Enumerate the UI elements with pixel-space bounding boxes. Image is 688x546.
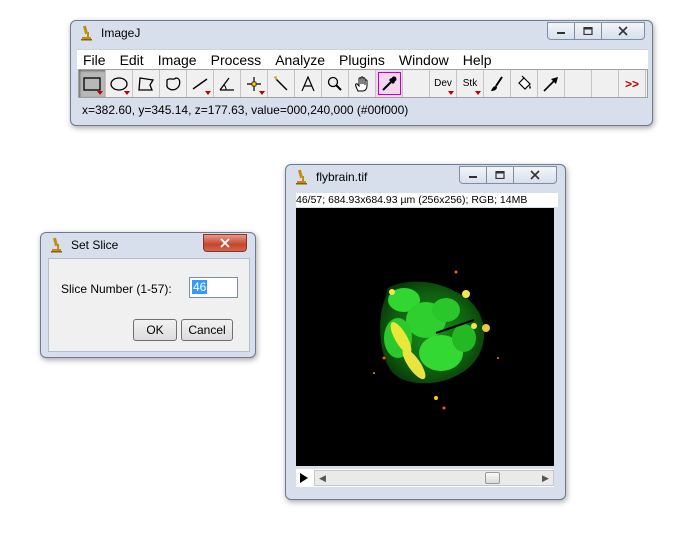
menu-plugins[interactable]: Plugins: [339, 52, 385, 68]
point-icon: [247, 76, 261, 91]
tool-options-indicator: [475, 91, 481, 95]
slice-number-value: 46: [192, 280, 208, 294]
main-window-title: ImageJ: [101, 26, 141, 40]
flood-fill-icon: [518, 75, 531, 90]
main-caption-buttons: [547, 22, 645, 40]
slice-number-label: Slice Number (1-57):: [61, 282, 172, 296]
menu-window[interactable]: Window: [399, 52, 449, 68]
slice-scroll-row: ◀ ▶: [296, 469, 554, 487]
tool-dev[interactable]: Dev: [430, 70, 457, 97]
close-button[interactable]: [513, 166, 557, 184]
tool-text[interactable]: [295, 70, 322, 97]
close-button[interactable]: [203, 234, 247, 252]
tool-line[interactable]: [187, 70, 214, 97]
dialog-caption-buttons: [203, 234, 247, 252]
line-icon: [192, 77, 208, 90]
minimize-icon: [557, 32, 565, 34]
text-icon: [301, 75, 315, 91]
wand-icon: [273, 75, 288, 91]
minimize-icon: [469, 176, 477, 178]
play-icon: [300, 473, 308, 483]
tool-freehand[interactable]: [160, 70, 187, 97]
microscope-icon: [296, 169, 307, 185]
tool-color-picker[interactable]: [376, 70, 403, 97]
menu-help[interactable]: Help: [463, 52, 492, 68]
minimize-button[interactable]: [459, 166, 486, 184]
ok-button[interactable]: OK: [133, 319, 177, 341]
tool-options-indicator: [259, 91, 265, 95]
close-icon: [618, 26, 628, 36]
hand-icon: [355, 75, 368, 91]
tool-arrow[interactable]: [538, 70, 565, 97]
more-tools-label: >>: [624, 76, 639, 91]
tool-wand[interactable]: [268, 70, 295, 97]
scroll-right-icon[interactable]: ▶: [538, 471, 553, 485]
dialog-body: Slice Number (1-57): 46 OK Cancel: [48, 258, 250, 352]
flybrain-image: [373, 270, 499, 410]
brush-icon: [491, 75, 503, 91]
tool-point[interactable]: [241, 70, 268, 97]
slice-number-field[interactable]: 46: [189, 277, 238, 298]
image-window: flybrain.tif 46/57; 684.93x684.93 µm (25…: [285, 164, 566, 500]
dev-label: Dev: [434, 78, 452, 89]
more-tools-button[interactable]: >>: [619, 70, 646, 97]
play-animation-button[interactable]: [296, 470, 312, 486]
maximize-button[interactable]: [486, 166, 513, 184]
tool-stk[interactable]: Stk: [457, 70, 484, 97]
maximize-button[interactable]: [574, 22, 601, 40]
tool-bar: Dev Stk >>: [78, 69, 648, 98]
imagej-main-window: ImageJ File Edit Image Process Analyze P…: [70, 20, 653, 126]
tool-brush[interactable]: [484, 70, 511, 97]
image-caption-buttons: [459, 166, 557, 184]
tool-oval[interactable]: [106, 70, 133, 97]
menu-image[interactable]: Image: [158, 52, 197, 68]
slice-scroll-thumb[interactable]: [485, 472, 501, 484]
tool-blank-3[interactable]: [592, 70, 619, 97]
magnifier-icon: [327, 76, 342, 91]
tool-blank-1[interactable]: [403, 70, 430, 97]
tool-options-indicator: [124, 91, 130, 95]
color-picker-icon: [382, 76, 397, 91]
tool-blank-2[interactable]: [565, 70, 592, 97]
close-icon: [220, 238, 230, 248]
tool-flood-fill[interactable]: [511, 70, 538, 97]
polygon-icon: [138, 76, 155, 91]
menu-edit[interactable]: Edit: [120, 52, 144, 68]
close-button[interactable]: [601, 22, 645, 40]
tool-hand[interactable]: [349, 70, 376, 97]
tool-angle[interactable]: [214, 70, 241, 97]
menu-analyze[interactable]: Analyze: [275, 52, 325, 68]
freehand-icon: [166, 76, 181, 90]
microscope-icon: [81, 25, 92, 41]
slice-scrollbar[interactable]: ◀ ▶: [314, 470, 554, 486]
tool-options-indicator: [448, 91, 454, 95]
angle-icon: [219, 77, 234, 91]
maximize-icon: [495, 171, 505, 179]
image-window-title: flybrain.tif: [316, 170, 368, 184]
rectangle-icon: [83, 76, 101, 91]
stk-label: Stk: [462, 78, 478, 89]
set-slice-dialog: Set Slice Slice Number (1-57): 46 OK Can…: [40, 232, 256, 358]
tool-options-indicator: [205, 91, 211, 95]
maximize-icon: [583, 27, 593, 35]
close-icon: [530, 170, 540, 180]
microscope-icon: [51, 237, 62, 253]
oval-icon: [110, 76, 128, 91]
cancel-button[interactable]: Cancel: [181, 319, 233, 341]
status-line: x=382.60, y=345.14, z=177.63, value=000,…: [82, 103, 409, 117]
arrow-icon: [543, 76, 558, 92]
image-canvas[interactable]: [296, 208, 554, 466]
tool-polygon[interactable]: [133, 70, 160, 97]
tool-options-indicator: [97, 91, 103, 95]
image-info-line: 46/57; 684.93x684.93 µm (256x256); RGB; …: [296, 193, 558, 207]
scroll-left-icon[interactable]: ◀: [315, 471, 330, 485]
menu-process[interactable]: Process: [211, 52, 262, 68]
dialog-title: Set Slice: [71, 238, 119, 252]
menu-file[interactable]: File: [83, 52, 106, 68]
minimize-button[interactable]: [547, 22, 574, 40]
tool-magnifier[interactable]: [322, 70, 349, 97]
tool-rectangle[interactable]: [79, 70, 106, 97]
menu-bar: File Edit Image Process Analyze Plugins …: [77, 49, 648, 69]
